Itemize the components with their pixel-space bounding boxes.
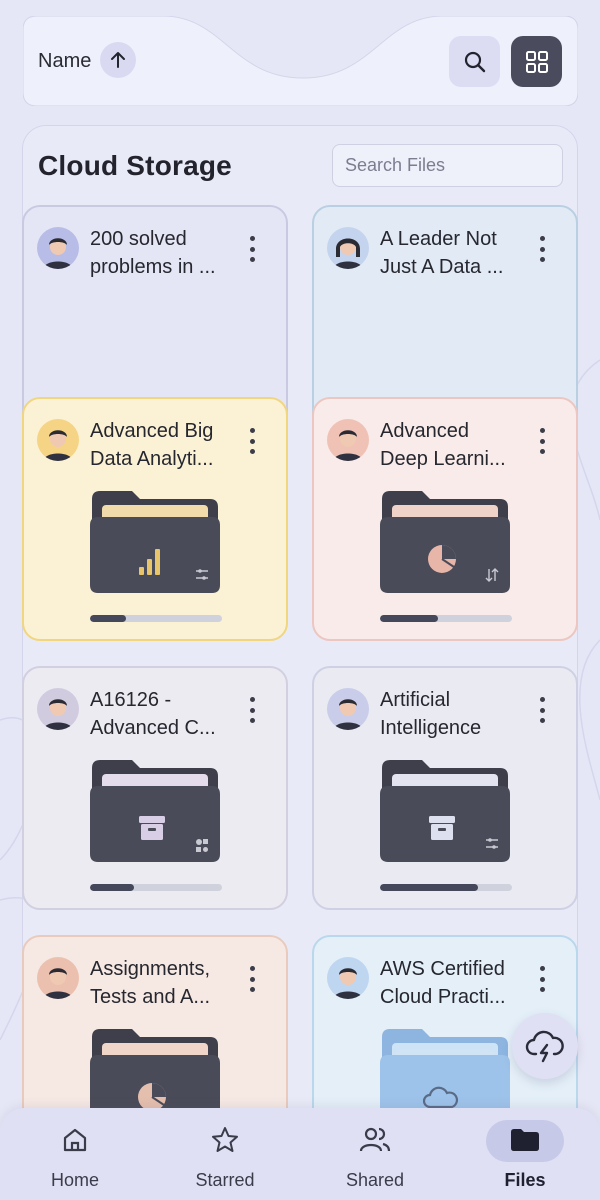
bottom-navigation: Home Starred Shared Files [0,1108,600,1200]
folder-illustration [90,491,220,593]
file-title: A16126 - Advanced C... [90,689,216,739]
file-card[interactable]: Advanced Big Data Analyti... [22,397,288,641]
search-button[interactable] [449,36,500,87]
cloud-lightning-icon [525,1030,564,1063]
file-title: Artificial Intelligence [380,689,482,739]
more-options-icon[interactable] [530,233,554,265]
avatar-image [327,227,369,269]
pie-chart-icon [428,545,456,573]
cloud-sync-button[interactable] [512,1013,578,1079]
more-options-icon[interactable] [240,694,264,726]
file-card[interactable]: Advanced Deep Learni... [312,397,578,641]
folder-illustration [380,491,510,593]
file-title: 200 solved problems in ... [90,228,216,278]
storage-progress-bar [90,884,222,891]
nav-item-starred[interactable]: Starred [150,1108,300,1200]
more-options-icon[interactable] [240,233,264,265]
avatar [327,227,369,269]
avatar-image [327,688,369,730]
nav-item-shared[interactable]: Shared [300,1108,450,1200]
avatar [37,227,79,269]
pie-chart-icon [138,1083,166,1111]
people-icon [359,1127,391,1152]
avatar [327,419,369,461]
file-title: Advanced Deep Learni... [380,420,506,470]
file-card[interactable]: Artificial Intelligence [312,666,578,910]
file-title: AWS Certified Cloud Practi... [380,958,506,1008]
avatar-image [37,227,79,269]
storage-progress-bar [380,884,512,891]
more-options-icon[interactable] [530,425,554,457]
file-title: Advanced Big Data Analyti... [90,420,214,470]
archive-box-icon [429,816,455,840]
avatar-image [327,957,369,999]
progress-fill [90,615,126,622]
search-icon [464,51,485,72]
nav-item-files[interactable]: Files [450,1108,600,1200]
page-title: Cloud Storage [38,150,232,181]
nav-label-starred: Starred [195,1170,255,1190]
grid-view-icon [525,50,548,73]
avatar-image [37,419,79,461]
avatar [37,957,79,999]
file-title: A Leader Not Just A Data ... [380,228,504,278]
grid-view-button[interactable] [511,36,562,87]
more-options-icon[interactable] [530,963,554,995]
star-icon [212,1127,238,1152]
folder-illustration [90,760,220,862]
folder-icon [511,1129,539,1151]
more-options-icon[interactable] [530,694,554,726]
avatar-image [37,688,79,730]
progress-fill [380,884,478,891]
avatar [37,688,79,730]
nav-label-shared: Shared [345,1170,405,1190]
storage-progress-bar [380,615,512,622]
sort-label[interactable]: Name [38,50,91,73]
more-options-icon[interactable] [240,425,264,457]
home-icon [63,1128,87,1152]
arrow-up-icon [111,52,125,68]
avatar-image [37,957,79,999]
avatar [327,688,369,730]
folder-illustration [380,760,510,862]
sort-direction-button[interactable] [100,42,136,78]
file-card[interactable]: A16126 - Advanced C... [22,666,288,910]
progress-fill [380,615,439,622]
search-files-input[interactable] [332,144,563,187]
nav-item-home[interactable]: Home [0,1108,150,1200]
nav-label-files: Files [504,1170,546,1190]
avatar [327,957,369,999]
nav-label-home: Home [50,1170,99,1190]
archive-box-icon [139,816,165,840]
avatar [37,419,79,461]
more-options-icon[interactable] [240,963,264,995]
storage-progress-bar [90,615,222,622]
progress-fill [90,884,134,891]
file-title: Assignments, Tests and A... [90,958,211,1008]
top-bar: Name [23,16,578,106]
avatar-image [327,419,369,461]
